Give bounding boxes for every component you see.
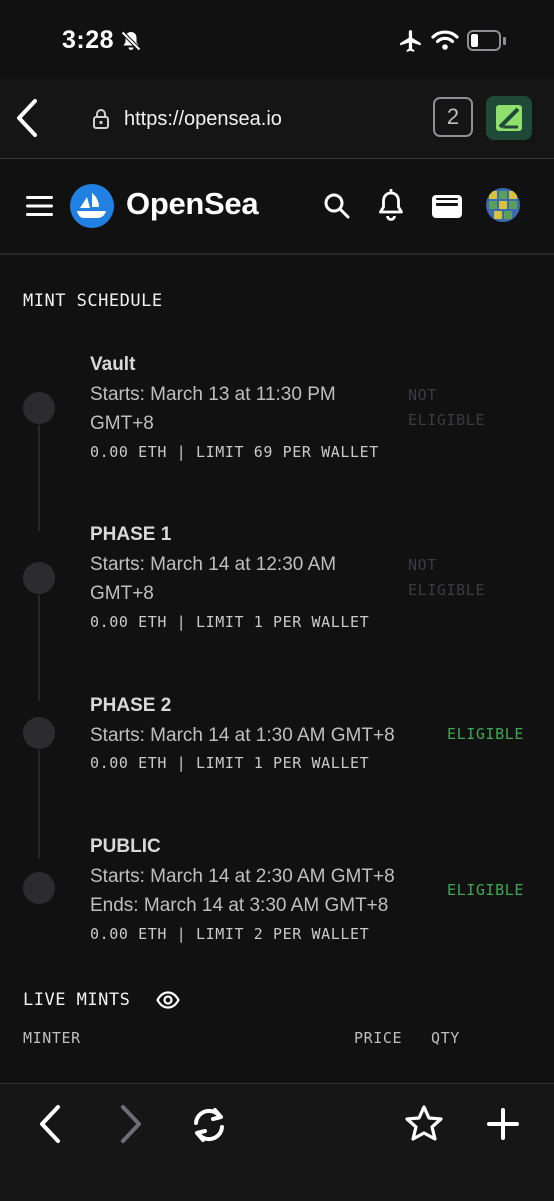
browser-toolbar bbox=[0, 1083, 554, 1201]
lock-icon bbox=[93, 109, 109, 129]
phase-name: Vault bbox=[90, 354, 136, 375]
timeline-dot bbox=[23, 392, 55, 424]
profile-avatar[interactable] bbox=[486, 188, 520, 222]
column-header-minter: MINTER bbox=[23, 1029, 81, 1047]
status-time: 3:28 bbox=[62, 26, 115, 54]
phase-status-badge: ELIGIBLE bbox=[447, 881, 525, 899]
brand-name[interactable]: OpenSea bbox=[126, 186, 259, 222]
phase-price-limit: 0.00 ETH | LIMIT 69 PER WALLET bbox=[90, 443, 379, 461]
airplane-icon bbox=[400, 30, 421, 52]
forward-nav-icon[interactable] bbox=[117, 1104, 145, 1144]
phase-status-badge: NOT ELIGIBLE bbox=[408, 386, 486, 429]
phase-status-badge: ELIGIBLE bbox=[447, 725, 525, 743]
back-icon[interactable] bbox=[14, 98, 40, 138]
column-header-price: PRICE bbox=[354, 1029, 403, 1047]
phase-price-limit: 0.00 ETH | LIMIT 1 PER WALLET bbox=[90, 754, 370, 772]
phase-price-limit: 0.00 ETH | LIMIT 1 PER WALLET bbox=[90, 613, 370, 631]
timeline-connector bbox=[38, 425, 40, 531]
timeline-dot bbox=[23, 872, 55, 904]
column-header-qty: QTY bbox=[431, 1029, 460, 1047]
timeline-dot bbox=[23, 717, 55, 749]
timeline-connector bbox=[38, 595, 40, 701]
phase-starts-timezone: GMT+8 bbox=[90, 413, 154, 434]
battery-cap bbox=[503, 37, 506, 45]
phase-ends: Ends: March 14 at 3:30 AM GMT+8 bbox=[90, 895, 389, 916]
eye-icon[interactable] bbox=[156, 990, 180, 1010]
bookmark-star-icon[interactable] bbox=[404, 1104, 444, 1144]
phase-starts: Starts: March 13 at 11:30 PM bbox=[90, 384, 336, 405]
phase-name: PHASE 1 bbox=[90, 524, 172, 545]
header-divider bbox=[0, 253, 554, 255]
phase-name: PHASE 2 bbox=[90, 695, 172, 716]
search-icon[interactable] bbox=[323, 192, 351, 220]
opensea-logo-icon[interactable] bbox=[70, 184, 114, 228]
battery-icon bbox=[467, 30, 501, 51]
phase-starts-timezone: GMT+8 bbox=[90, 583, 154, 604]
bell-slash-icon bbox=[121, 31, 141, 51]
extension-button[interactable] bbox=[486, 96, 532, 140]
menu-icon[interactable] bbox=[26, 196, 53, 216]
timeline-connector bbox=[38, 750, 40, 858]
tabs-button[interactable]: 2 bbox=[433, 97, 473, 137]
phase-name: PUBLIC bbox=[90, 836, 161, 857]
reload-icon[interactable] bbox=[188, 1104, 230, 1146]
url-field[interactable]: https://opensea.io bbox=[124, 108, 282, 131]
new-tab-plus-icon[interactable] bbox=[487, 1108, 519, 1140]
phase-starts: Starts: March 14 at 2:30 AM GMT+8 bbox=[90, 866, 395, 887]
timeline-dot bbox=[23, 562, 55, 594]
phase-starts: Starts: March 14 at 1:30 AM GMT+8 bbox=[90, 725, 395, 746]
extension-icon bbox=[496, 105, 522, 131]
wallet-icon[interactable] bbox=[431, 192, 463, 220]
phase-status-badge: NOT ELIGIBLE bbox=[408, 556, 486, 599]
mint-schedule-title: MINT SCHEDULE bbox=[23, 291, 163, 311]
wifi-icon bbox=[431, 30, 459, 50]
phase-price-limit: 0.00 ETH | LIMIT 2 PER WALLET bbox=[90, 925, 370, 943]
live-mints-title: LIVE MINTS bbox=[23, 990, 131, 1010]
notifications-bell-icon[interactable] bbox=[377, 189, 405, 221]
back-nav-icon[interactable] bbox=[36, 1104, 64, 1144]
phase-starts: Starts: March 14 at 12:30 AM bbox=[90, 554, 337, 575]
